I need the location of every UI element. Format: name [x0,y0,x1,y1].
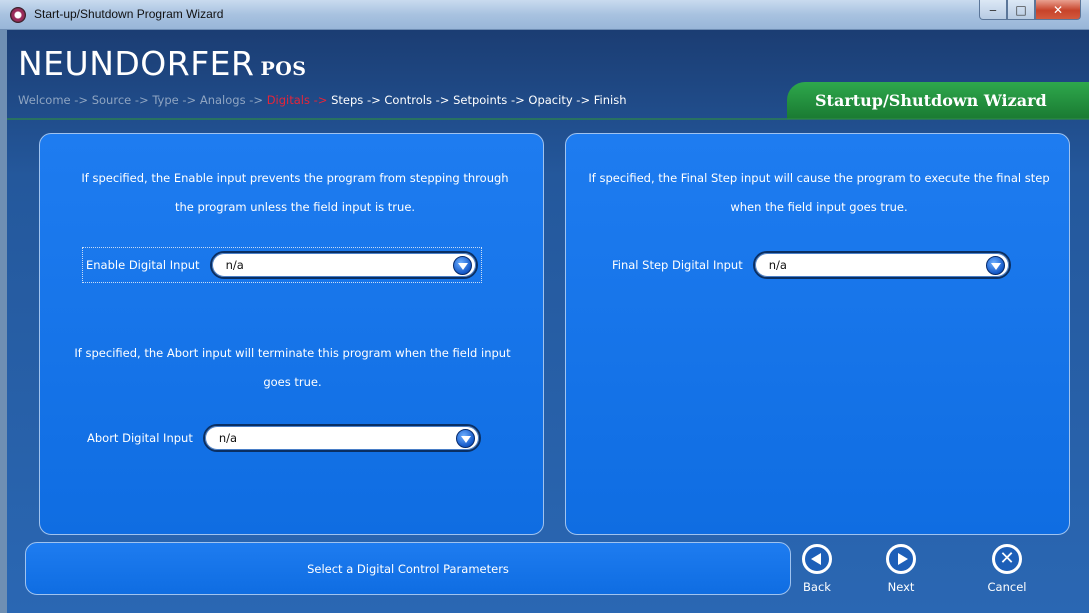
brand-sub: POS [260,58,307,80]
back-arrow-icon [802,544,832,574]
enable-field-row: Enable Digital Input n/a [82,247,482,283]
cancel-x-icon: ✕ [992,544,1022,574]
breadcrumb-separator: -> [310,93,332,107]
enable-digital-input-select[interactable]: n/a [209,251,478,279]
final-step-digital-input-select[interactable]: n/a [752,251,1011,279]
back-button[interactable]: Back [787,544,847,594]
abort-label: Abort Digital Input [87,431,193,445]
breadcrumb-step-controls: Controls [384,93,432,107]
breadcrumb-step-steps: Steps [331,93,364,107]
wizard-title-tab: Startup/Shutdown Wizard [787,82,1089,119]
breadcrumb-separator: -> [178,93,200,107]
next-button[interactable]: Next [871,544,931,594]
minimize-button[interactable]: ‒ [979,0,1007,20]
chevron-down-icon[interactable] [452,256,472,275]
breadcrumb-separator: -> [507,93,529,107]
breadcrumb-step-type: Type [152,93,179,107]
abort-field-row: Abort Digital Input n/a [87,424,481,452]
header-divider [7,118,1089,120]
app-frame: NEUNDORFER POS Welcome -> Source -> Type … [7,30,1089,613]
breadcrumb-step-welcome: Welcome [18,93,71,107]
chevron-down-icon[interactable] [455,429,475,448]
close-button[interactable]: ✕ [1035,0,1081,20]
breadcrumb-separator: -> [70,93,92,107]
final-step-select-value: n/a [768,258,787,272]
abort-description: If specified, the Abort input will termi… [74,346,511,389]
left-panel: If specified, the Enable input prevents … [39,133,544,535]
window-titlebar: Start-up/Shutdown Program Wizard ‒ □ ✕ [0,0,1089,30]
enable-select-value: n/a [225,258,244,272]
final-step-label: Final Step Digital Input [612,258,743,272]
brand-logo: NEUNDORFER POS [18,44,307,83]
breadcrumb-step-source: Source [91,93,132,107]
app-icon [10,7,26,23]
breadcrumb-separator: -> [363,93,385,107]
back-label: Back [803,580,831,594]
abort-select-value: n/a [218,431,238,445]
enable-description: If specified, the Enable input prevents … [81,171,509,214]
final-step-description: If specified, the Final Step input will … [588,171,1050,214]
breadcrumb-step-digitals: Digitals [266,93,310,107]
enable-label: Enable Digital Input [86,258,200,272]
breadcrumb-separator: -> [572,93,594,107]
breadcrumb-separator: -> [131,93,153,107]
breadcrumb-step-finish: Finish [593,93,627,107]
next-label: Next [887,580,915,594]
maximize-button[interactable]: □ [1007,0,1035,20]
breadcrumb-step-opacity: Opacity [528,93,573,107]
breadcrumb: Welcome -> Source -> Type -> Analogs -> … [18,93,627,107]
window-controls: ‒ □ ✕ [979,0,1081,20]
chevron-down-icon[interactable] [985,256,1005,275]
breadcrumb-step-analogs: Analogs [199,93,246,107]
breadcrumb-step-setpoints: Setpoints [453,93,508,107]
cancel-button[interactable]: ✕ Cancel [977,544,1037,594]
final-step-field-row: Final Step Digital Input n/a [612,251,1011,279]
next-arrow-icon [886,544,916,574]
status-message: Select a Digital Control Parameters [25,542,791,595]
window-title: Start-up/Shutdown Program Wizard [34,7,224,21]
breadcrumb-separator: -> [431,93,454,107]
cancel-label: Cancel [987,580,1027,594]
abort-digital-input-select[interactable]: n/a [202,424,481,452]
breadcrumb-separator: -> [245,93,267,107]
brand-name: NEUNDORFER [18,44,255,83]
right-panel: If specified, the Final Step input will … [565,133,1070,535]
